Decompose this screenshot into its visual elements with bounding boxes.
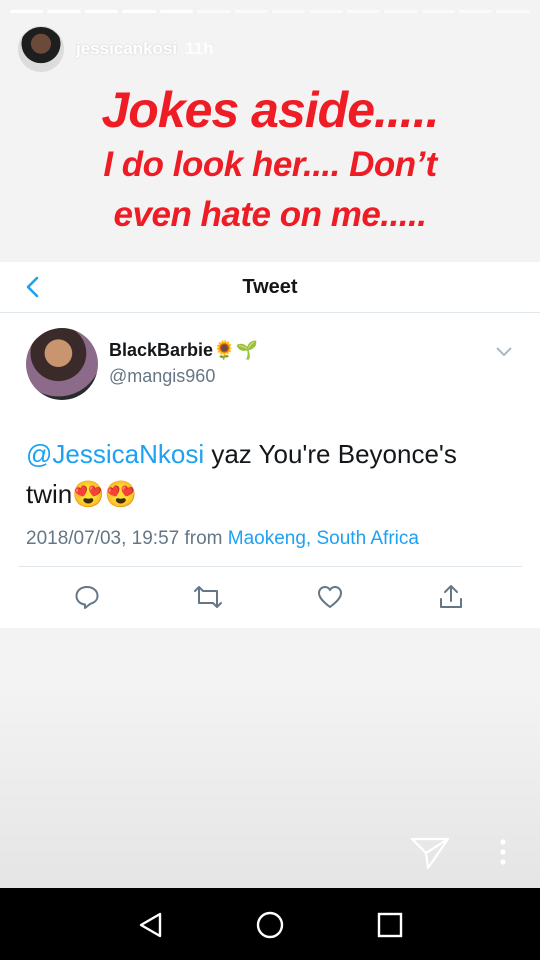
caption-line-1: Jokes aside..... [101,82,440,138]
tweet-actions [0,582,540,612]
nav-home-icon[interactable] [250,908,290,942]
author-handle[interactable]: @mangis960 [109,366,215,387]
chevron-down-icon[interactable] [496,344,512,362]
tweet-meta: 2018/07/03, 19:57 from Maokeng, South Af… [26,528,419,550]
tweet-topbar: Tweet [0,262,540,313]
caption-line-2: I do look her.... Don’t [103,145,437,184]
progress-segment [496,10,530,13]
story-time: 11h [185,39,214,58]
progress-segment [234,10,268,13]
story-avatar[interactable] [18,26,64,72]
story-header[interactable]: jessicankosi 11h [18,26,213,72]
story-username[interactable]: jessicankosi [76,39,177,58]
android-nav-bar [0,888,540,960]
tweet-author: BlackBarbie🌻🌱 @mangis960 [26,328,520,408]
send-icon[interactable] [410,836,450,875]
progress-segment [309,10,343,13]
progress-segment [10,10,44,13]
more-icon[interactable] [495,836,511,875]
reply-icon[interactable] [72,582,102,612]
story-caption: Jokes aside..... I do look her.... Don’t… [0,80,540,240]
author-avatar[interactable] [26,328,98,400]
progress-segment [346,10,381,13]
like-icon[interactable] [315,582,345,612]
author-name[interactable]: BlackBarbie🌻🌱 [109,340,258,361]
retweet-icon[interactable] [193,582,223,612]
story-progress [10,10,530,13]
tweet-mention[interactable]: @JessicaNkosi [26,439,204,469]
bottom-shade [0,688,540,888]
tweet-timestamp: 2018/07/03, 19:57 from [26,528,228,549]
progress-segment [384,10,418,13]
progress-segment [47,10,81,13]
progress-segment [459,10,493,13]
progress-segment [159,10,194,13]
caption-line-3: even hate on me..... [113,195,427,234]
tweet-title: Tweet [242,275,298,298]
progress-segment [421,10,456,13]
progress-segment [197,10,231,13]
divider [18,566,522,567]
back-icon[interactable] [20,272,44,302]
tweet-screenshot: Tweet BlackBarbie🌻🌱 @mangis960 @JessicaN… [0,262,540,628]
tweet-body: @JessicaNkosi yaz You're Beyonce's twin😍… [26,434,510,514]
tweet-location[interactable]: Maokeng, South Africa [228,528,419,549]
progress-segment [122,10,156,13]
nav-back-icon[interactable] [131,908,171,942]
share-icon[interactable] [436,582,466,612]
progress-segment [271,10,306,13]
nav-recents-icon[interactable] [370,908,410,942]
progress-segment [84,10,119,13]
